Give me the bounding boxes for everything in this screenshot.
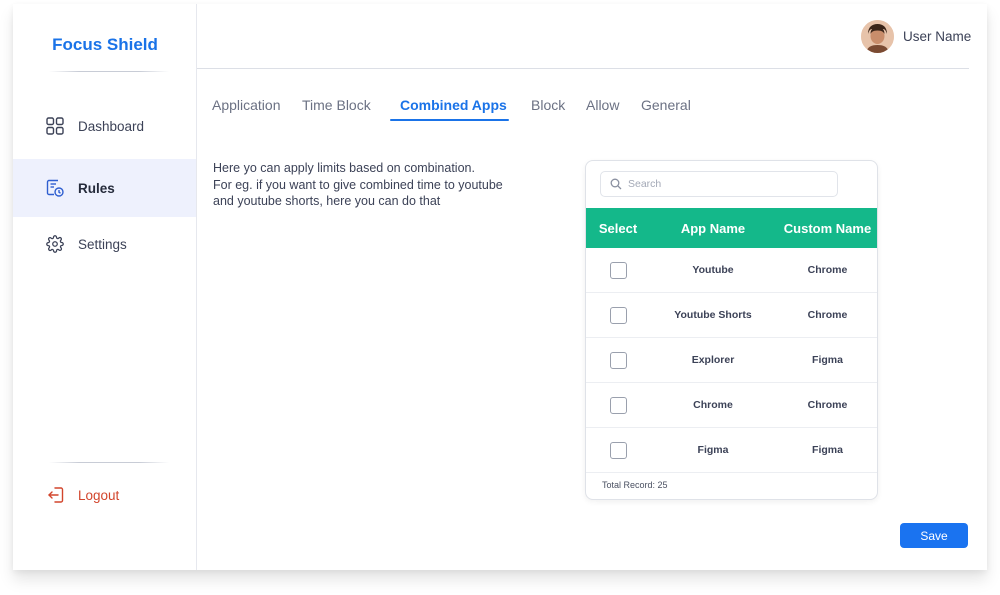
app-logo: Focus Shield bbox=[52, 35, 158, 54]
column-header-app-name: App Name bbox=[680, 220, 746, 236]
table-row: Youtube Shorts Chrome bbox=[586, 293, 877, 338]
table-row: Chrome Chrome bbox=[586, 383, 877, 428]
app-window: Focus Shield Dashboard Rules Settings Lo… bbox=[13, 4, 987, 570]
custom-name-cell: Figma bbox=[812, 354, 843, 366]
user-menu[interactable]: User Name bbox=[861, 20, 971, 53]
total-record-count: Total Record: 25 bbox=[602, 480, 668, 490]
table-row: Explorer Figma bbox=[586, 338, 877, 383]
sidebar: Focus Shield Dashboard Rules Settings Lo… bbox=[13, 4, 197, 570]
gear-icon bbox=[46, 235, 64, 253]
description-line: For eg. if you want to give combined tim… bbox=[213, 177, 503, 192]
combined-apps-description: Here yo can apply limits based on combin… bbox=[213, 160, 533, 210]
divider bbox=[49, 71, 169, 72]
header-divider bbox=[197, 68, 969, 69]
custom-name-cell: Figma bbox=[812, 444, 843, 456]
sidebar-item-dashboard[interactable]: Dashboard bbox=[13, 97, 196, 155]
row-checkbox[interactable] bbox=[609, 261, 627, 279]
row-checkbox[interactable] bbox=[609, 396, 627, 414]
avatar bbox=[861, 20, 894, 53]
sidebar-item-label: Dashboard bbox=[78, 118, 145, 134]
rules-clock-icon bbox=[46, 179, 64, 197]
tab-application[interactable]: Application bbox=[212, 97, 281, 113]
column-header-select: Select bbox=[598, 220, 638, 236]
tab-time-block[interactable]: Time Block bbox=[302, 97, 371, 113]
apps-table-panel: Select App Name Custom Name Youtube Chro… bbox=[585, 160, 878, 500]
custom-name-cell: Chrome bbox=[807, 309, 848, 321]
table-row: Youtube Chrome bbox=[586, 248, 877, 293]
search-icon bbox=[610, 178, 622, 190]
app-name-cell: Chrome bbox=[693, 399, 733, 411]
sidebar-item-label: Rules bbox=[78, 180, 115, 196]
divider bbox=[49, 462, 169, 463]
tab-block[interactable]: Block bbox=[531, 97, 565, 113]
logout-button[interactable]: Logout bbox=[47, 486, 119, 504]
table-header: Select App Name Custom Name bbox=[586, 208, 877, 248]
custom-name-cell: Chrome bbox=[807, 399, 848, 411]
description-line: and youtube shorts, here you can do that bbox=[213, 194, 441, 208]
custom-name-cell: Chrome bbox=[807, 264, 848, 276]
logout-label: Logout bbox=[78, 487, 120, 503]
table-row: Figma Figma bbox=[586, 428, 877, 473]
description-line: Here yo can apply limits based on combin… bbox=[213, 161, 475, 175]
active-tab-indicator bbox=[390, 119, 509, 121]
app-name-cell: Youtube bbox=[692, 264, 734, 276]
user-name: User Name bbox=[903, 29, 972, 44]
app-name-cell: Youtube Shorts bbox=[674, 309, 752, 321]
search-box[interactable] bbox=[600, 171, 838, 197]
tab-allow[interactable]: Allow bbox=[586, 97, 619, 113]
row-checkbox[interactable] bbox=[609, 306, 627, 324]
app-name-cell: Explorer bbox=[691, 354, 735, 366]
logout-icon bbox=[47, 486, 65, 504]
app-name-cell: Figma bbox=[697, 444, 729, 456]
save-button[interactable]: Save bbox=[900, 523, 968, 548]
search-input[interactable] bbox=[628, 178, 828, 190]
grid-icon bbox=[46, 117, 64, 135]
column-header-custom-name: Custom Name bbox=[783, 220, 872, 236]
row-checkbox[interactable] bbox=[609, 441, 627, 459]
row-checkbox[interactable] bbox=[609, 351, 627, 369]
sidebar-item-rules[interactable]: Rules bbox=[13, 159, 196, 217]
sidebar-item-label: Settings bbox=[78, 236, 127, 252]
sidebar-item-settings[interactable]: Settings bbox=[13, 215, 196, 273]
tab-combined-apps[interactable]: Combined Apps bbox=[400, 97, 507, 113]
tab-general[interactable]: General bbox=[641, 97, 691, 113]
